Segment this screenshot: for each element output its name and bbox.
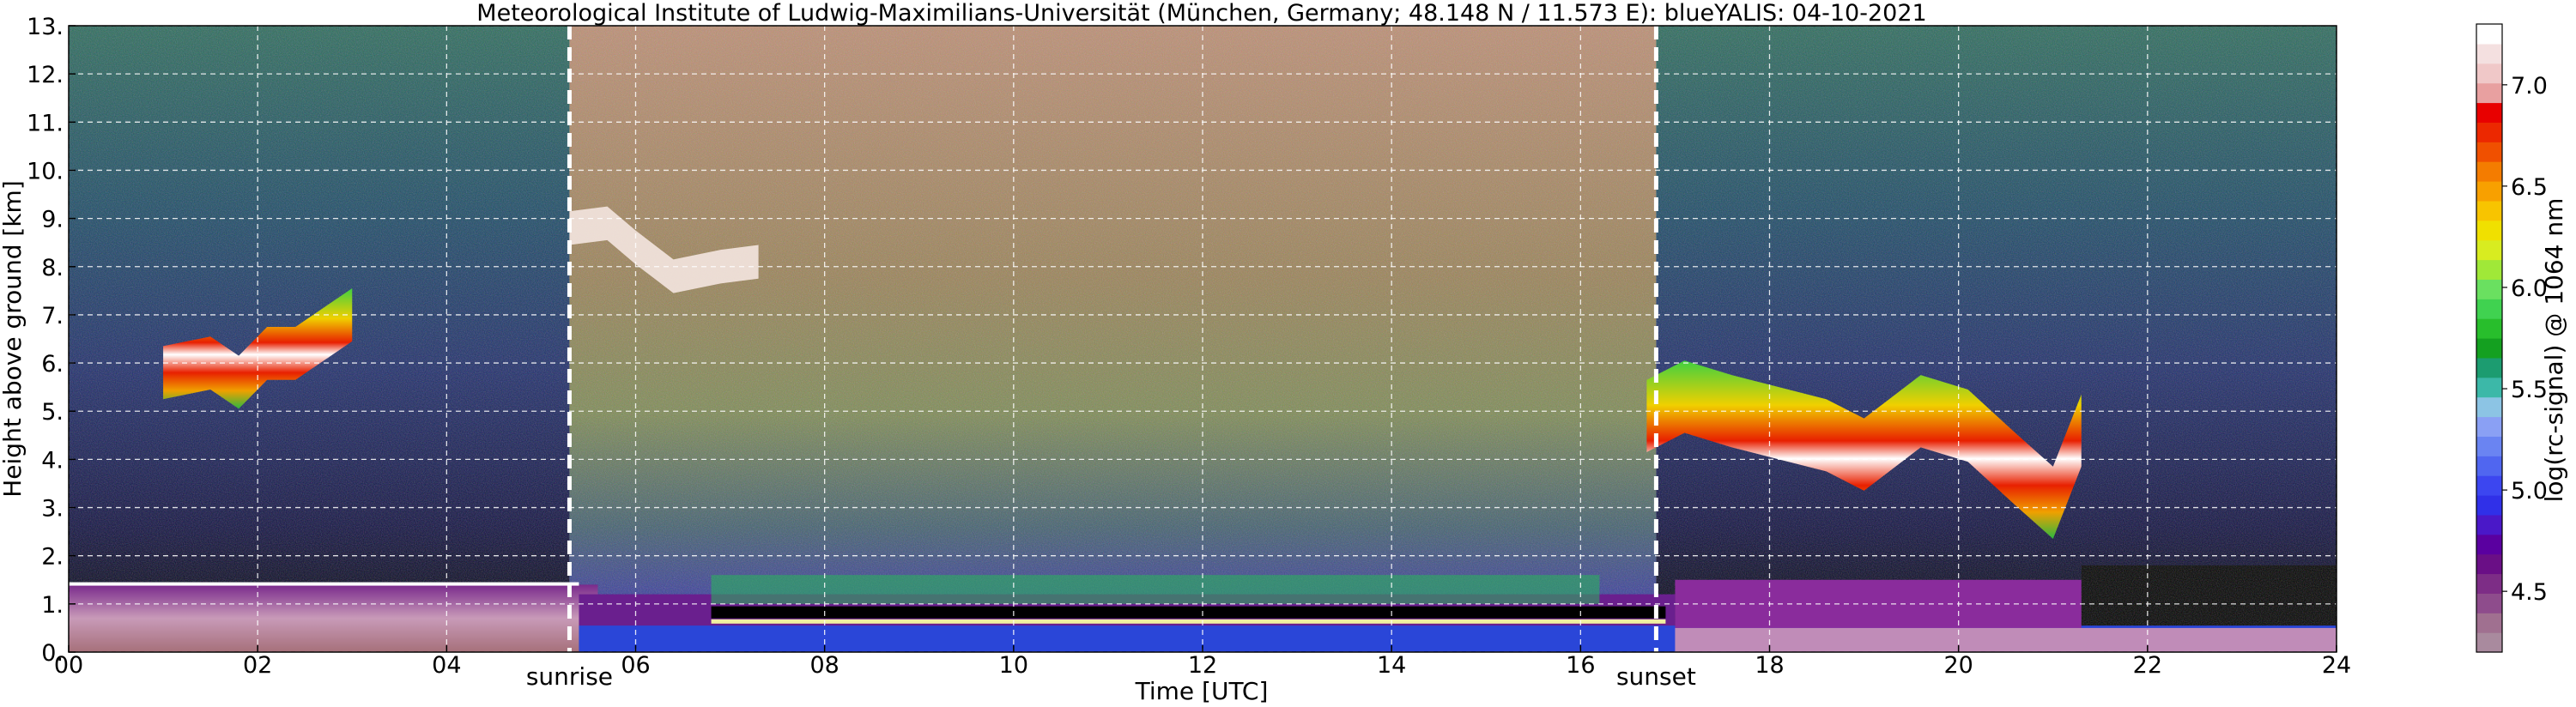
x-tick-label: 10 (999, 652, 1028, 679)
colorbar-swatch (2476, 102, 2502, 123)
low-layer-top (711, 619, 1666, 624)
colorbar-label: log(rc-signal) @ 1064 nm (2540, 198, 2568, 503)
colorbar-swatch (2476, 573, 2502, 594)
y-tick-label: 7. (41, 303, 64, 329)
chart-title: Meteorological Institute of Ludwig-Maxim… (476, 0, 1926, 27)
y-tick-label: 13. (27, 14, 64, 40)
y-tick-label: 1. (41, 592, 64, 619)
boundary-layer-evening (1675, 579, 2082, 628)
colorbar-swatch (2476, 220, 2502, 241)
colorbar-swatch (2476, 377, 2502, 398)
sunset-label: sunset (1616, 662, 1696, 691)
colorbar-swatch (2476, 161, 2502, 182)
lidar-chart: Meteorological Institute of Ludwig-Maxim… (0, 0, 2568, 705)
colorbar-swatch (2476, 338, 2502, 359)
colorbar-swatch (2476, 396, 2502, 418)
colorbar: 4.55.05.56.06.57.0 (2476, 23, 2548, 653)
colorbar-swatch (2476, 534, 2502, 555)
colorbar-swatch (2476, 436, 2502, 456)
y-tick-label: 0. (41, 640, 64, 667)
sunrise-label: sunrise (526, 662, 613, 691)
colorbar-tick-label: 4.5 (2511, 579, 2548, 606)
colorbar-swatch (2476, 200, 2502, 221)
y-tick-label: 4. (41, 447, 64, 474)
colorbar-swatch (2476, 43, 2502, 64)
x-tick-label: 06 (621, 652, 650, 679)
colorbar-swatch (2476, 632, 2502, 653)
x-tick-label: 12 (1188, 652, 1217, 679)
x-tick-label: 16 (1566, 652, 1595, 679)
x-tick-label: 22 (2133, 652, 2162, 679)
x-tick-label: 04 (432, 652, 461, 679)
boundary-layer-top (69, 582, 579, 586)
colorbar-swatch (2476, 82, 2502, 104)
y-tick-label: 5. (41, 399, 64, 426)
colorbar-swatch (2476, 318, 2502, 339)
colorbar-swatch (2476, 613, 2502, 633)
y-tick-label: 3. (41, 496, 64, 523)
x-tick-label: 08 (809, 652, 839, 679)
colorbar-swatch (2476, 475, 2502, 496)
y-tick-label: 8. (41, 255, 64, 281)
x-tick-label: 02 (243, 652, 272, 679)
colorbar-swatch (2476, 239, 2502, 261)
colorbar-swatch (2476, 514, 2502, 535)
boundary-layer-evening-base (1675, 627, 2337, 652)
colorbar-tick-label: 6.5 (2511, 174, 2548, 201)
colorbar-swatch (2476, 416, 2502, 437)
y-tick-label: 2. (41, 544, 64, 571)
y-axis-label: Height above ground [km] (0, 180, 27, 498)
y-tick-label: 9. (41, 207, 64, 233)
y-tick-label: 6. (41, 351, 64, 378)
y-tick-label: 12. (27, 62, 64, 88)
x-tick-label: 20 (1943, 652, 1973, 679)
colorbar-swatch (2476, 24, 2502, 45)
colorbar-swatch (2476, 259, 2502, 280)
colorbar-swatch (2476, 181, 2502, 202)
x-tick-label: 14 (1377, 652, 1406, 679)
y-tick-label: 10. (27, 158, 64, 184)
colorbar-swatch (2476, 553, 2502, 575)
colorbar-swatch (2476, 357, 2502, 378)
x-tick-label: 24 (2322, 652, 2351, 679)
colorbar-swatch (2476, 122, 2502, 142)
colorbar-swatch (2476, 495, 2502, 516)
colorbar-swatch (2476, 142, 2502, 162)
colorbar-swatch (2476, 299, 2502, 319)
x-axis-label: Time [UTC] (1135, 677, 1269, 705)
low-cloud-shadow (711, 606, 1666, 619)
y-tick-label: 11. (27, 110, 64, 136)
colorbar-swatch (2476, 63, 2502, 84)
colorbar-swatch (2476, 279, 2502, 299)
day-mixed-layer (711, 575, 1600, 604)
boundary-layer-morning (69, 584, 598, 652)
colorbar-swatch (2476, 593, 2502, 613)
colorbar-swatch (2476, 456, 2502, 476)
x-tick-label: 18 (1755, 652, 1784, 679)
colorbar-tick-label: 7.0 (2511, 73, 2548, 100)
